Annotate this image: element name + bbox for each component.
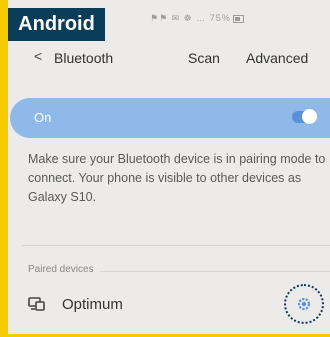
toggle-label: On bbox=[34, 110, 52, 125]
platform-label: Android bbox=[8, 8, 105, 41]
battery-icon bbox=[232, 14, 244, 23]
frame-left-border bbox=[0, 0, 8, 337]
paired-device-row[interactable]: Optimum bbox=[8, 284, 330, 330]
gear-icon bbox=[297, 297, 311, 311]
bluetooth-switch[interactable] bbox=[292, 109, 317, 124]
scan-button[interactable]: Scan bbox=[188, 50, 220, 66]
section-divider bbox=[100, 271, 330, 272]
pairing-info-text: Make sure your Bluetooth device is in pa… bbox=[28, 152, 326, 204]
back-button[interactable]: < bbox=[34, 48, 42, 64]
switch-knob bbox=[302, 109, 317, 124]
advanced-button[interactable]: Advanced bbox=[246, 50, 308, 66]
bluetooth-toggle-row[interactable]: On bbox=[10, 98, 330, 138]
status-icons: ⚑⚑ ✉ ☸ … 75% bbox=[150, 13, 231, 23]
page-title: Bluetooth bbox=[54, 50, 114, 66]
device-name: Optimum bbox=[62, 296, 123, 313]
device-settings-button[interactable] bbox=[284, 284, 324, 324]
toolbar: < Bluetooth Scan Advanced bbox=[8, 44, 330, 78]
divider bbox=[22, 245, 330, 246]
status-bar: ⚑⚑ ✉ ☸ … 75% bbox=[150, 13, 244, 29]
computer-icon bbox=[28, 297, 45, 311]
section-header-paired-devices: Paired devices bbox=[28, 264, 102, 275]
